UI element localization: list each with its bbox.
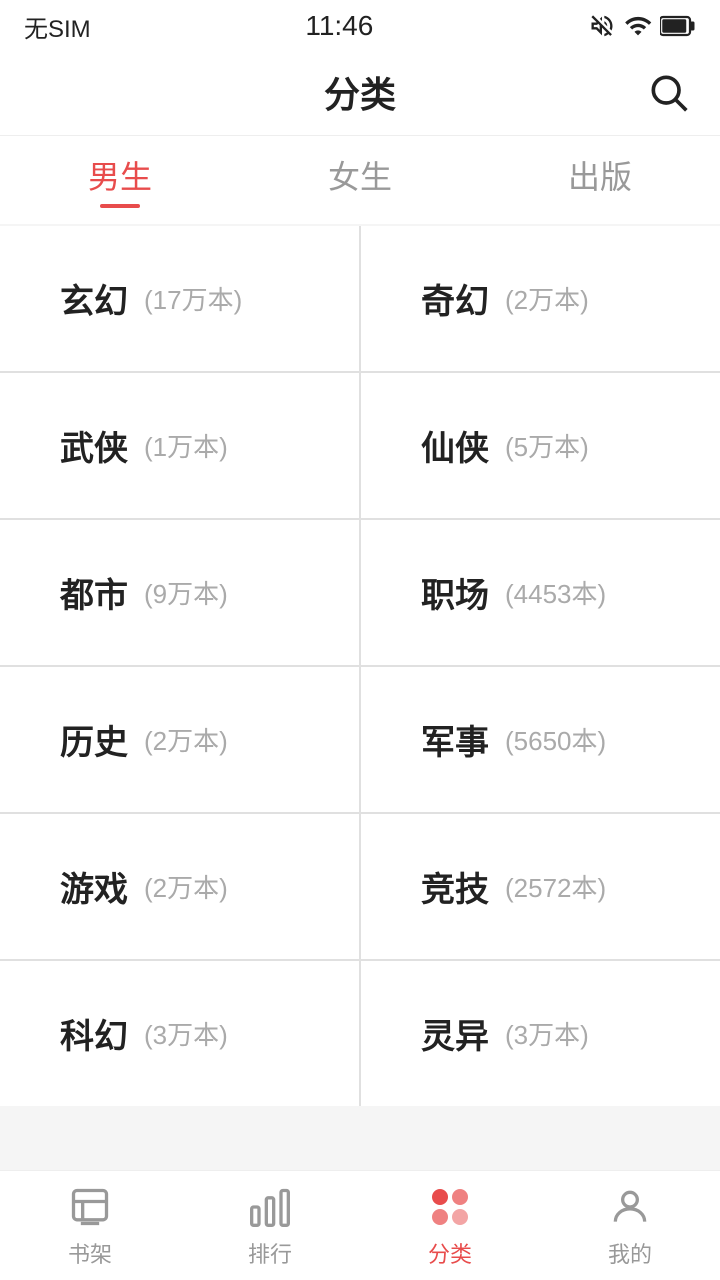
category-item-历史[interactable]: 历史 (2万本)	[0, 667, 359, 812]
carrier-label: 无SIM	[24, 9, 91, 44]
category-count: (2万本)	[505, 280, 589, 317]
nav-shelf[interactable]: 书架	[0, 1171, 180, 1280]
nav-rank-label: 排行	[248, 1237, 292, 1269]
category-item-竞技[interactable]: 竞技 (2572本)	[361, 814, 720, 959]
category-name: 科幻	[60, 1009, 128, 1058]
tab-publish-indicator	[580, 204, 620, 208]
category-icon	[426, 1183, 474, 1231]
category-grid: 玄幻 (17万本) 奇幻 (2万本) 武侠 (1万本) 仙侠 (5万本) 都市 (9万本) 职场 (4…	[0, 226, 720, 1106]
mute-icon	[588, 12, 616, 40]
category-count: (2万本)	[144, 868, 228, 905]
nav-category[interactable]: 分类	[360, 1171, 540, 1280]
category-count: (3万本)	[144, 1015, 228, 1052]
category-name: 竞技	[421, 862, 489, 911]
tab-female-indicator	[340, 204, 380, 208]
tab-male-indicator	[100, 204, 140, 208]
category-count: (4453本)	[505, 574, 606, 611]
category-item-奇幻[interactable]: 奇幻 (2万本)	[361, 226, 720, 371]
category-tabs: 男生 女生 出版	[0, 136, 720, 224]
category-count: (2万本)	[144, 721, 228, 758]
category-item-职场[interactable]: 职场 (4453本)	[361, 520, 720, 665]
category-count: (5万本)	[505, 427, 589, 464]
category-count: (1万本)	[144, 427, 228, 464]
tab-female-label: 女生	[328, 152, 392, 198]
category-name: 职场	[421, 568, 489, 617]
category-item-军事[interactable]: 军事 (5650本)	[361, 667, 720, 812]
tab-publish[interactable]: 出版	[480, 152, 720, 220]
tab-male-label: 男生	[88, 152, 152, 198]
category-item-玄幻[interactable]: 玄幻 (17万本)	[0, 226, 359, 371]
status-icons	[588, 12, 696, 40]
page-header: 分类	[0, 48, 720, 136]
category-item-游戏[interactable]: 游戏 (2万本)	[0, 814, 359, 959]
category-count: (2572本)	[505, 868, 606, 905]
search-button[interactable]	[644, 68, 692, 116]
status-bar: 无SIM 11:46	[0, 0, 720, 48]
tab-male[interactable]: 男生	[0, 152, 240, 220]
category-name: 灵异	[421, 1009, 489, 1058]
category-item-灵异[interactable]: 灵异 (3万本)	[361, 961, 720, 1106]
battery-icon	[660, 12, 696, 40]
wifi-icon	[624, 12, 652, 40]
nav-mine[interactable]: 我的	[540, 1171, 720, 1280]
content-area: 玄幻 (17万本) 奇幻 (2万本) 武侠 (1万本) 仙侠 (5万本) 都市 (9万本) 职场 (4…	[0, 226, 720, 1216]
search-icon	[646, 70, 690, 114]
mine-icon	[606, 1183, 654, 1231]
category-item-仙侠[interactable]: 仙侠 (5万本)	[361, 373, 720, 518]
nav-category-label: 分类	[428, 1237, 472, 1269]
category-item-武侠[interactable]: 武侠 (1万本)	[0, 373, 359, 518]
category-name: 仙侠	[421, 421, 489, 470]
nav-rank[interactable]: 排行	[180, 1171, 360, 1280]
category-count: (5650本)	[505, 721, 606, 758]
tab-publish-label: 出版	[568, 152, 632, 198]
category-name: 军事	[421, 715, 489, 764]
time-label: 11:46	[305, 10, 373, 42]
category-name: 奇幻	[421, 274, 489, 323]
nav-shelf-label: 书架	[68, 1237, 112, 1269]
category-count: (9万本)	[144, 574, 228, 611]
category-name: 都市	[60, 568, 128, 617]
category-item-科幻[interactable]: 科幻 (3万本)	[0, 961, 359, 1106]
category-item-都市[interactable]: 都市 (9万本)	[0, 520, 359, 665]
page-title: 分类	[324, 66, 396, 118]
category-count: (3万本)	[505, 1015, 589, 1052]
category-name: 武侠	[60, 421, 128, 470]
shelf-icon	[66, 1183, 114, 1231]
nav-mine-label: 我的	[608, 1237, 652, 1269]
rank-icon	[246, 1183, 294, 1231]
category-name: 历史	[60, 715, 128, 764]
bottom-navigation: 书架 排行 分类	[0, 1170, 720, 1280]
category-count: (17万本)	[144, 280, 242, 317]
tab-female[interactable]: 女生	[240, 152, 480, 220]
category-name: 游戏	[60, 862, 128, 911]
category-name: 玄幻	[60, 274, 128, 323]
